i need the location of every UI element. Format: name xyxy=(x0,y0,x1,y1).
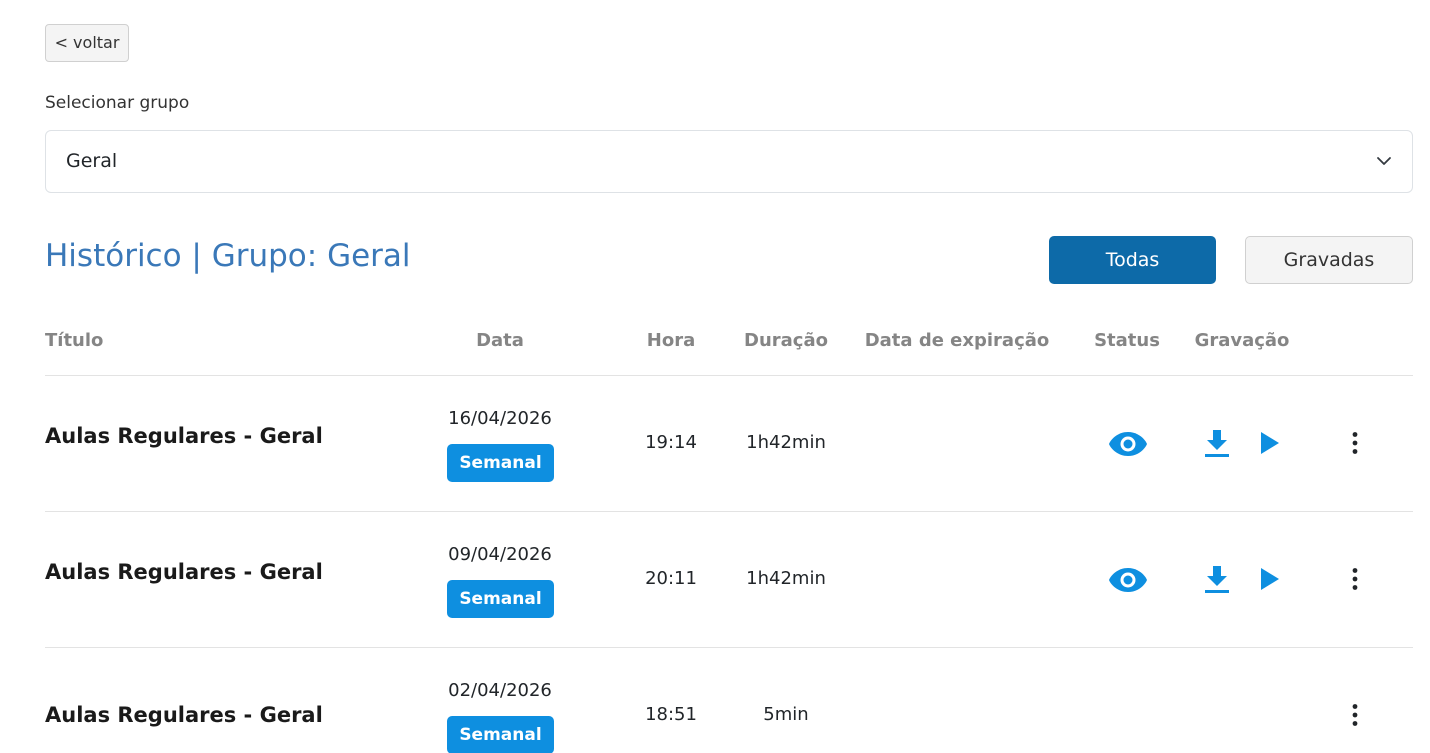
column-header-data: Data xyxy=(476,330,524,351)
filter-recorded-button[interactable]: Gravadas xyxy=(1245,236,1413,284)
row-date: 02/04/2026 xyxy=(448,680,552,701)
download-icon[interactable] xyxy=(1204,428,1230,458)
row-duration: 5min xyxy=(763,704,809,725)
play-icon[interactable] xyxy=(1259,431,1281,455)
row-duration: 1h42min xyxy=(746,432,826,453)
download-icon[interactable] xyxy=(1204,564,1230,594)
row-title: Aulas Regulares - Geral xyxy=(45,560,323,584)
group-select[interactable]: Geral xyxy=(45,130,1413,193)
table-row: Aulas Regulares - Geral 09/04/2026 Seman… xyxy=(0,512,1430,648)
eye-icon[interactable] xyxy=(1108,430,1148,458)
more-options-icon[interactable] xyxy=(1344,703,1366,727)
eye-icon[interactable] xyxy=(1108,566,1148,594)
row-title: Aulas Regulares - Geral xyxy=(45,703,323,727)
row-date: 16/04/2026 xyxy=(448,408,552,429)
more-options-icon[interactable] xyxy=(1344,431,1366,455)
column-header-status: Status xyxy=(1094,330,1160,351)
row-title: Aulas Regulares - Geral xyxy=(45,424,323,448)
row-date: 09/04/2026 xyxy=(448,544,552,565)
filter-all-button[interactable]: Todas xyxy=(1049,236,1216,284)
column-header-titulo: Título xyxy=(45,330,104,351)
frequency-badge: Semanal xyxy=(447,716,554,753)
frequency-badge: Semanal xyxy=(447,444,554,482)
row-duration: 1h42min xyxy=(746,568,826,589)
page-title: Histórico | Grupo: Geral xyxy=(45,238,411,274)
row-time: 20:11 xyxy=(645,568,697,589)
group-select-label: Selecionar grupo xyxy=(45,93,190,113)
column-header-hora: Hora xyxy=(646,330,696,351)
column-header-gravacao: Gravação xyxy=(1194,330,1290,351)
chevron-down-icon xyxy=(1377,157,1391,165)
frequency-badge: Semanal xyxy=(447,580,554,618)
group-select-value: Geral xyxy=(66,150,118,172)
column-header-duracao: Duração xyxy=(744,330,828,351)
row-time: 19:14 xyxy=(645,432,697,453)
play-icon[interactable] xyxy=(1259,567,1281,591)
row-time: 18:51 xyxy=(645,704,697,725)
table-row: Aulas Regulares - Geral 02/04/2026 Seman… xyxy=(0,648,1430,753)
column-header-expiracao: Data de expiração xyxy=(864,330,1050,351)
history-page: < voltar Selecionar grupo Geral Históric… xyxy=(0,0,1430,753)
table-row: Aulas Regulares - Geral 16/04/2026 Seman… xyxy=(0,376,1430,512)
back-button[interactable]: < voltar xyxy=(45,24,129,62)
more-options-icon[interactable] xyxy=(1344,567,1366,591)
